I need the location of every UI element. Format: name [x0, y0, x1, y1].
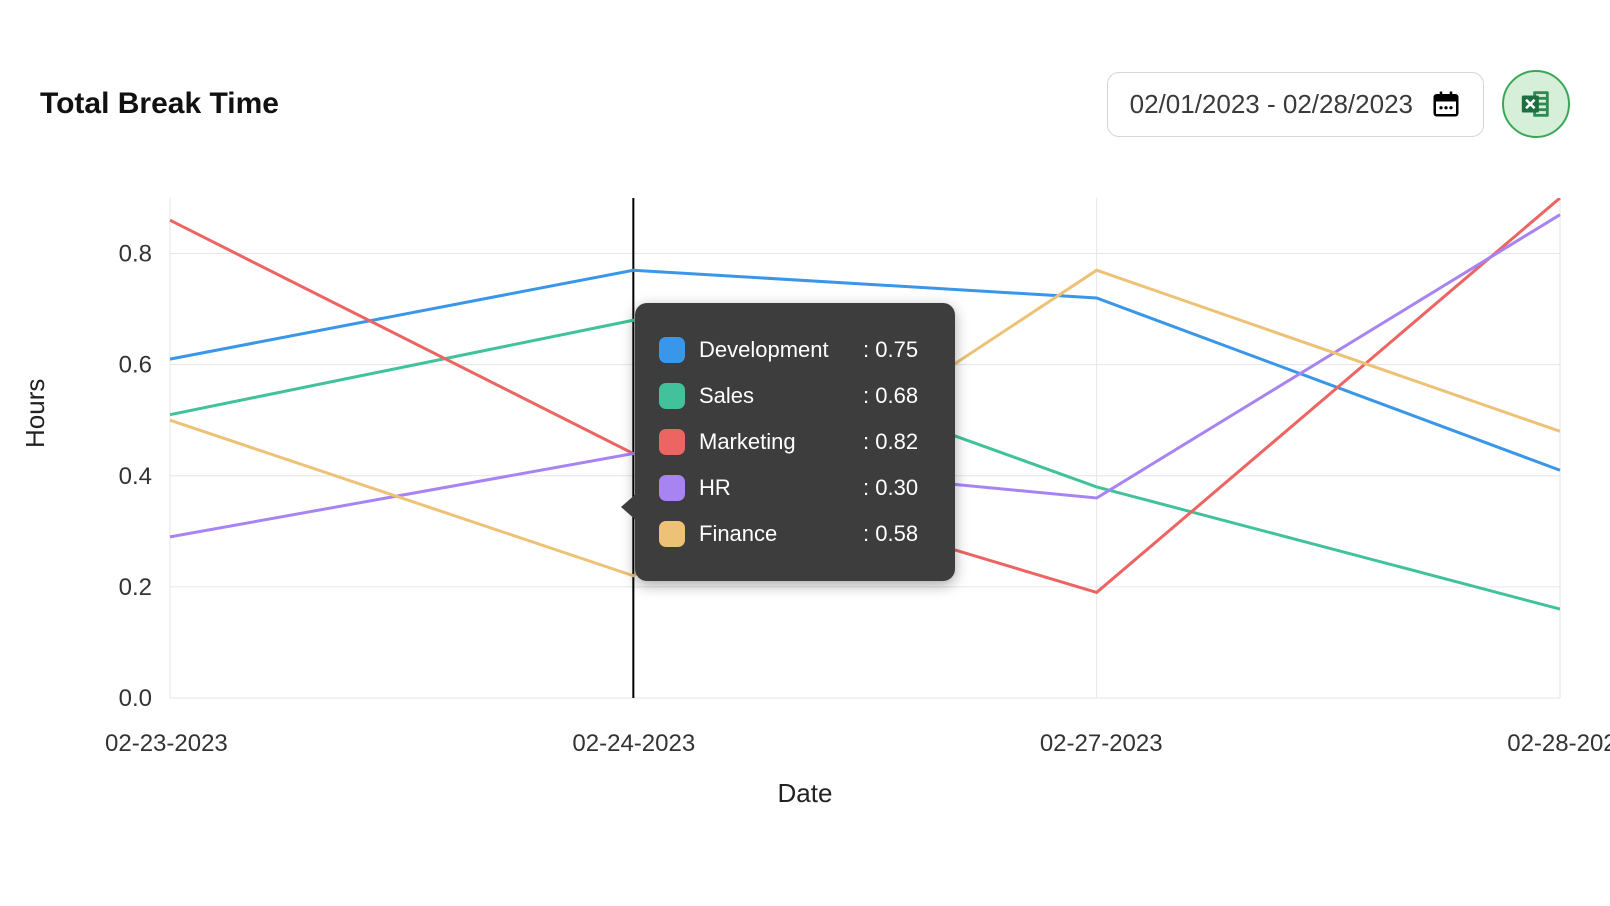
svg-text:0.4: 0.4: [119, 463, 152, 490]
excel-icon: [1519, 87, 1553, 121]
x-tick: 02-23-2023: [105, 730, 228, 758]
svg-text:0.8: 0.8: [119, 241, 152, 268]
tooltip-swatch: [659, 429, 685, 455]
svg-text:0.2: 0.2: [119, 574, 152, 601]
x-tick: 02-24-2023: [572, 730, 695, 758]
tooltip-label: Development: [699, 337, 849, 363]
tooltip-label: Sales: [699, 383, 849, 409]
tooltip-label: HR: [699, 475, 849, 501]
tooltip-swatch: [659, 383, 685, 409]
tooltip-value: 0.82: [863, 429, 918, 455]
y-axis-label: Hours: [20, 379, 51, 448]
calendar-icon: [1431, 89, 1461, 119]
tooltip-label: Marketing: [699, 429, 849, 455]
export-excel-button[interactable]: [1502, 70, 1570, 138]
date-range-text: 02/01/2023 - 02/28/2023: [1130, 89, 1413, 120]
tooltip-value: 0.75: [863, 337, 918, 363]
tooltip-row: Marketing 0.82: [659, 419, 927, 465]
tooltip-value: 0.30: [863, 475, 918, 501]
x-axis-label: Date: [40, 778, 1570, 809]
tooltip-value: 0.68: [863, 383, 918, 409]
chart-area[interactable]: Hours 0.00.20.40.60.8 02-23-202302-24-20…: [40, 198, 1570, 809]
page-title: Total Break Time: [40, 87, 279, 121]
tooltip-swatch: [659, 337, 685, 363]
svg-text:0.6: 0.6: [119, 352, 152, 379]
tooltip-row: Finance 0.58: [659, 511, 927, 557]
tooltip-row: Sales 0.68: [659, 373, 927, 419]
svg-text:0.0: 0.0: [119, 685, 152, 712]
tooltip-value: 0.58: [863, 521, 918, 547]
tooltip-row: Development 0.75: [659, 327, 927, 373]
tooltip-label: Finance: [699, 521, 849, 547]
tooltip-swatch: [659, 475, 685, 501]
tooltip-row: HR 0.30: [659, 465, 927, 511]
date-range-picker[interactable]: 02/01/2023 - 02/28/2023: [1107, 72, 1484, 137]
x-axis-ticks: 02-23-202302-24-202302-27-202302-28-2023: [165, 730, 1570, 758]
x-tick: 02-28-2023: [1507, 730, 1610, 758]
x-tick: 02-27-2023: [1040, 730, 1163, 758]
tooltip-swatch: [659, 521, 685, 547]
chart-tooltip: Development 0.75 Sales 0.68 Marketing 0.82 HR 0…: [635, 303, 955, 581]
